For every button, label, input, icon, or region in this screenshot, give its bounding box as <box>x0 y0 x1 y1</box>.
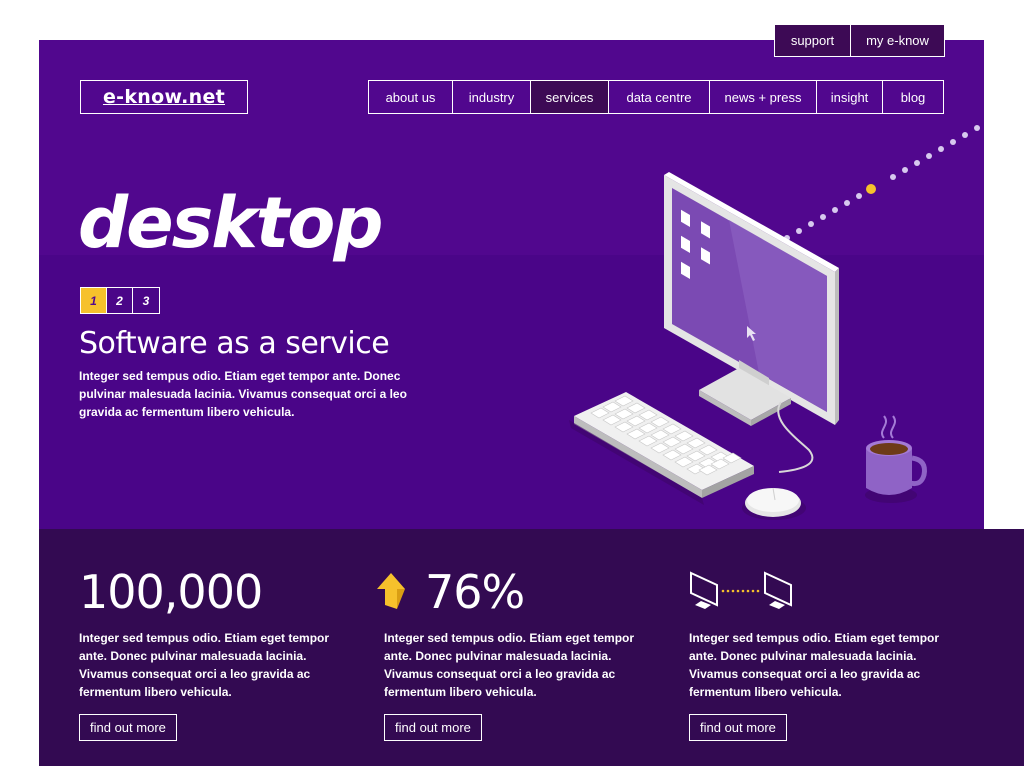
stat-text: Integer sed tempus odio. Etiam eget temp… <box>79 631 330 699</box>
utility-nav: support my e-know <box>774 24 945 57</box>
stat-value-users: 100,000 <box>79 565 263 619</box>
nav-item-data-centre[interactable]: data centre <box>609 81 710 113</box>
hero-body-text: Integer sed tempus odio. Etiam eget temp… <box>79 369 407 419</box>
main-nav: about us industry services data centre n… <box>368 80 944 114</box>
coffee-mug-icon <box>865 415 927 503</box>
stat-text: Integer sed tempus odio. Etiam eget temp… <box>689 631 940 699</box>
find-out-more-button[interactable]: find out more <box>689 714 787 741</box>
hero-title: desktop <box>78 182 383 264</box>
mouse-cable-icon <box>777 401 814 473</box>
pager-item-3[interactable]: 3 <box>133 288 159 313</box>
stat-value-percent: 76% <box>425 565 525 619</box>
support-link[interactable]: support <box>774 24 850 57</box>
nav-item-blog[interactable]: blog <box>883 81 943 113</box>
nav-item-industry[interactable]: industry <box>453 81 531 113</box>
stats-section: 100,000 Integer sed tempus odio. Etiam e… <box>39 529 1024 766</box>
stat-text: Integer sed tempus odio. Etiam eget temp… <box>384 631 635 699</box>
pager-item-1[interactable]: 1 <box>81 288 107 313</box>
nav-item-insight[interactable]: insight <box>817 81 883 113</box>
hero-subtitle: Software as a service <box>79 326 390 361</box>
site-logo[interactable]: e-know.net <box>80 80 248 114</box>
arrow-up-icon <box>377 573 405 609</box>
signal-dots-icon <box>772 125 980 248</box>
nav-item-services[interactable]: services <box>531 81 609 113</box>
nav-item-news-press[interactable]: news + press <box>710 81 817 113</box>
nav-item-about-us[interactable]: about us <box>369 81 453 113</box>
hero-section: e-know.net about us industry services da… <box>39 40 984 530</box>
my-eknow-link[interactable]: my e-know <box>850 24 945 57</box>
mouse-icon <box>742 487 806 520</box>
find-out-more-button[interactable]: find out more <box>79 714 177 741</box>
find-out-more-button[interactable]: find out more <box>384 714 482 741</box>
slide-pager: 1 2 3 <box>80 287 160 314</box>
desktop-computer-illustration <box>569 125 980 520</box>
monitors-sync-icon <box>690 571 792 609</box>
pager-item-2[interactable]: 2 <box>107 288 133 313</box>
monitor-icon <box>664 172 839 426</box>
